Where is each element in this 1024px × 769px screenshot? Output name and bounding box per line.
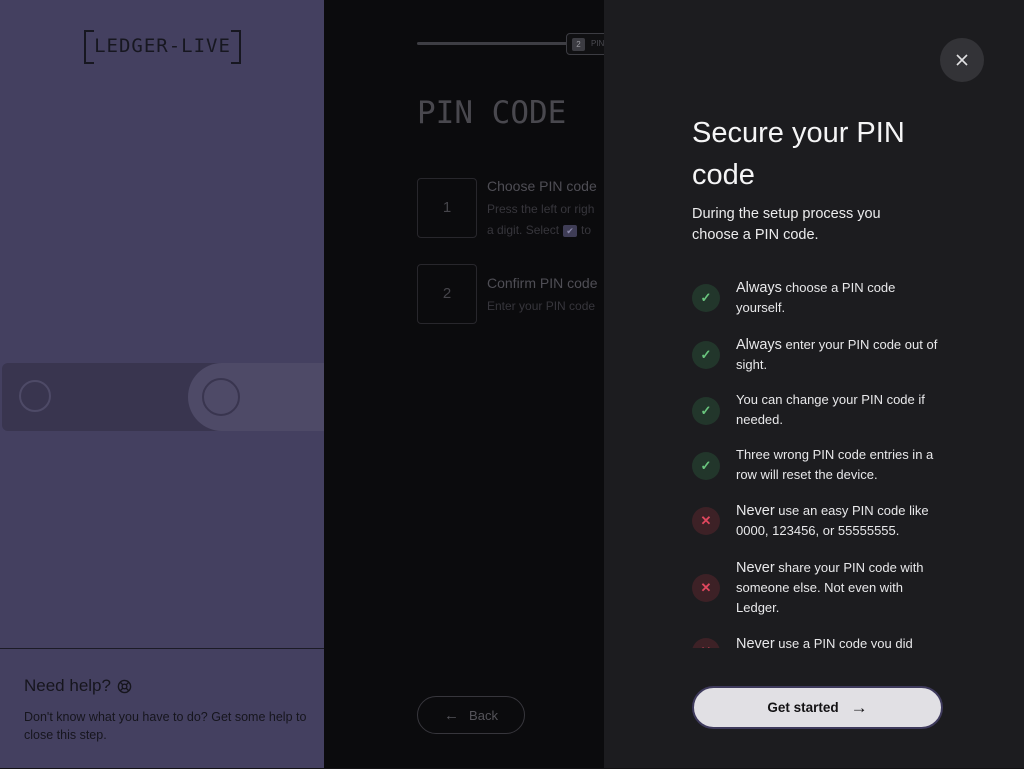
step-description-line2: a digit. Select xyxy=(487,223,560,237)
tip-lead: Never xyxy=(736,636,775,648)
tip-lead: Always xyxy=(736,337,782,353)
cross-icon: ✕ xyxy=(692,507,720,535)
step-description-line1: Press the left or righ xyxy=(487,202,595,216)
drawer-intro: During the setup process you choose a PI… xyxy=(692,206,881,243)
cross-icon: ✕ xyxy=(692,574,720,602)
tip-text: Never use an easy PIN code like 0000, 12… xyxy=(736,501,946,541)
step-title: Choose PIN code xyxy=(487,178,597,194)
tip-lead: Never xyxy=(736,560,775,576)
help-circle-icon xyxy=(117,679,132,693)
tip-text: You can change your PIN code if needed. xyxy=(736,390,946,430)
progress-step-current: 2 PIN xyxy=(566,33,604,55)
device-right-button xyxy=(202,378,240,416)
progress-bar xyxy=(417,42,567,45)
main-content: 2 PIN PIN CODE 1 Choose PIN code Press t… xyxy=(324,0,604,768)
back-button[interactable]: ← Back xyxy=(417,696,525,734)
help-title[interactable]: Need help? xyxy=(24,676,132,696)
check-icon: ✓ xyxy=(692,341,720,369)
tips-list[interactable]: ✓ Always choose a PIN code yourself. ✓ A… xyxy=(692,276,952,648)
check-icon: ✓ xyxy=(692,284,720,312)
back-button-label: Back xyxy=(469,707,498,723)
get-started-label: Get started xyxy=(767,700,839,715)
step-description-line2-end: to xyxy=(581,223,592,237)
step-number-box: 1 xyxy=(417,178,477,238)
logo-bracket-right xyxy=(231,30,241,64)
tip-lead: Always xyxy=(736,280,782,296)
get-started-button[interactable]: Get started → xyxy=(692,686,943,729)
progress-step-label: PIN xyxy=(591,39,604,48)
help-panel: Need help? Don't know what you have to d… xyxy=(0,648,324,769)
side-drawer: Secure your PIN code During the setup pr… xyxy=(604,0,1024,768)
device-check-icon: ✔ xyxy=(563,224,578,237)
tip-text: Three wrong PIN code entries in a row wi… xyxy=(736,445,946,485)
close-button[interactable] xyxy=(940,38,984,82)
arrow-right-icon: → xyxy=(850,697,868,717)
tip-lead: Never xyxy=(736,503,775,519)
cross-icon: ✕ xyxy=(692,638,720,648)
tip-text: Always choose a PIN code yourself. xyxy=(736,278,946,318)
tip-text: Always enter your PIN code out of sight. xyxy=(736,335,946,375)
step-title: Confirm PIN code xyxy=(487,275,598,291)
logo-text: LEDGER-LIVE xyxy=(94,35,231,57)
step-description: Enter your PIN code xyxy=(487,299,596,313)
drawer-title: Secure your PIN code xyxy=(692,117,905,191)
device-illustration xyxy=(2,363,348,431)
arrow-left-icon: ← xyxy=(444,706,460,724)
help-title-text: Need help? xyxy=(24,676,111,695)
progress-step-number: 2 xyxy=(572,38,585,51)
check-icon: ✓ xyxy=(692,452,720,480)
tip-rest: use a PIN code you did xyxy=(774,636,913,648)
ledger-live-logo: LEDGER-LIVE xyxy=(84,30,241,64)
step-number-box: 2 xyxy=(417,264,477,324)
tip-text: Never share your PIN code with someone e… xyxy=(736,558,946,618)
help-text: Don't know what you have to do? Get some… xyxy=(24,710,307,742)
close-icon xyxy=(956,54,968,66)
tip-rest: You can change your PIN code if needed. xyxy=(736,392,925,427)
tip-text: Never use a PIN code you did xyxy=(736,634,946,648)
step-description: Press the left or righ a digit. Select ✔ t… xyxy=(487,199,604,241)
page-title: PIN CODE xyxy=(417,95,567,131)
device-left-button xyxy=(19,380,51,412)
check-icon: ✓ xyxy=(692,397,720,425)
sidebar: LEDGER-LIVE Need help? Don't know what y… xyxy=(0,0,348,769)
tip-rest: Three wrong PIN code entries in a row wi… xyxy=(736,447,934,482)
